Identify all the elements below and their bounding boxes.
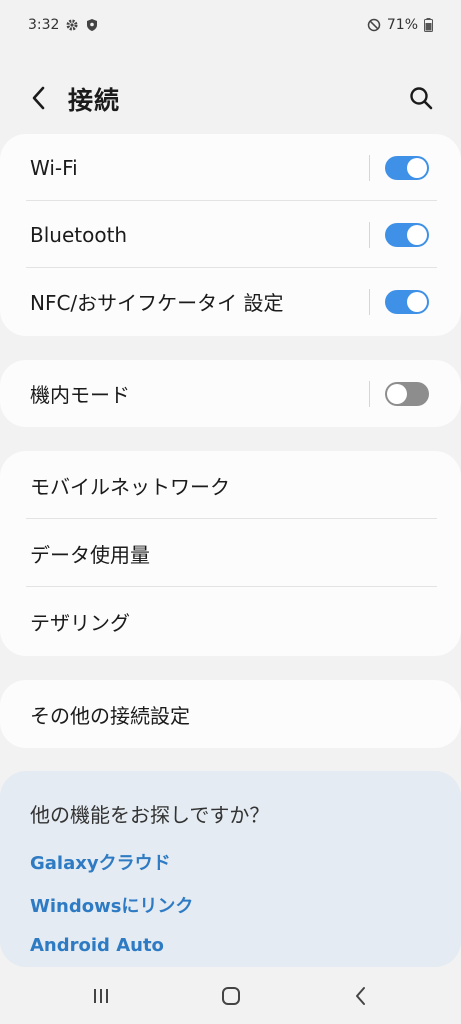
- battery-percent: 71%: [386, 17, 418, 33]
- chevron-left-icon[interactable]: [24, 82, 56, 114]
- gear-icon: [66, 19, 78, 31]
- search-icon[interactable]: [405, 82, 437, 114]
- airplane-mode-label: 機内モード: [30, 383, 130, 407]
- link-to-windows-link[interactable]: Windowsにリンク: [30, 892, 193, 918]
- tethering-label: テザリング: [30, 610, 130, 635]
- bluetooth-toggle[interactable]: [385, 222, 429, 247]
- back-icon[interactable]: [347, 982, 375, 1010]
- data-usage-label: データ使用量: [30, 542, 150, 567]
- suggestions-title: 他の機能をお探しですか？: [30, 803, 270, 827]
- nfc-label: NFC/おサイフケータイ 設定: [30, 291, 284, 315]
- airplane-mode-card: 機内モード: [0, 360, 461, 427]
- page-title: 接続: [68, 86, 121, 115]
- shield-icon: [87, 19, 98, 31]
- airplane-mode-row[interactable]: 機内モード: [0, 360, 461, 427]
- mobile-network-row[interactable]: モバイルネットワーク: [0, 451, 461, 519]
- status-right: 71%: [367, 17, 433, 33]
- divider-vertical: [369, 288, 370, 315]
- suggestions-card: 他の機能をお探しですか？ Galaxyクラウド Windowsにリンク Andr…: [0, 771, 461, 967]
- toggle-knob: [387, 383, 407, 404]
- wifi-label: Wi-Fi: [30, 155, 78, 180]
- connection-toggles-card: Wi-Fi Bluetooth NFC/おサイフケータイ 設定: [0, 134, 461, 336]
- app-header: 接続: [0, 70, 461, 126]
- status-bar: 3:32 71%: [0, 0, 461, 52]
- home-icon[interactable]: [217, 982, 245, 1010]
- network-card: モバイルネットワーク データ使用量 テザリング: [0, 451, 461, 656]
- bluetooth-label: Bluetooth: [30, 222, 128, 247]
- data-usage-row[interactable]: データ使用量: [0, 519, 461, 587]
- mobile-network-label: モバイルネットワーク: [30, 474, 230, 499]
- divider-vertical: [369, 154, 370, 181]
- wifi-toggle[interactable]: [385, 155, 429, 180]
- galaxy-cloud-link[interactable]: Galaxyクラウド: [30, 849, 171, 875]
- battery-icon: [424, 18, 433, 32]
- android-auto-link[interactable]: Android Auto: [30, 935, 164, 956]
- toggle-knob: [407, 291, 427, 312]
- tethering-row[interactable]: テザリング: [0, 587, 461, 655]
- wifi-row[interactable]: Wi-Fi: [0, 134, 461, 201]
- divider-vertical: [369, 221, 370, 248]
- bluetooth-row[interactable]: Bluetooth: [0, 201, 461, 268]
- divider-vertical: [369, 380, 370, 407]
- other-settings-row[interactable]: その他の接続設定: [0, 680, 461, 748]
- recent-apps-icon[interactable]: [87, 982, 115, 1010]
- other-settings-label: その他の接続設定: [30, 703, 190, 728]
- navigation-bar: [0, 968, 461, 1024]
- status-time: 3:32: [28, 17, 60, 33]
- other-settings-card: その他の接続設定: [0, 680, 461, 748]
- nfc-row[interactable]: NFC/おサイフケータイ 設定: [0, 268, 461, 335]
- nfc-toggle[interactable]: [385, 289, 429, 314]
- toggle-knob: [407, 157, 427, 178]
- airplane-mode-toggle[interactable]: [385, 381, 429, 406]
- do-not-disturb-icon: [367, 18, 381, 32]
- toggle-knob: [407, 224, 427, 245]
- status-left: 3:32: [28, 17, 99, 33]
